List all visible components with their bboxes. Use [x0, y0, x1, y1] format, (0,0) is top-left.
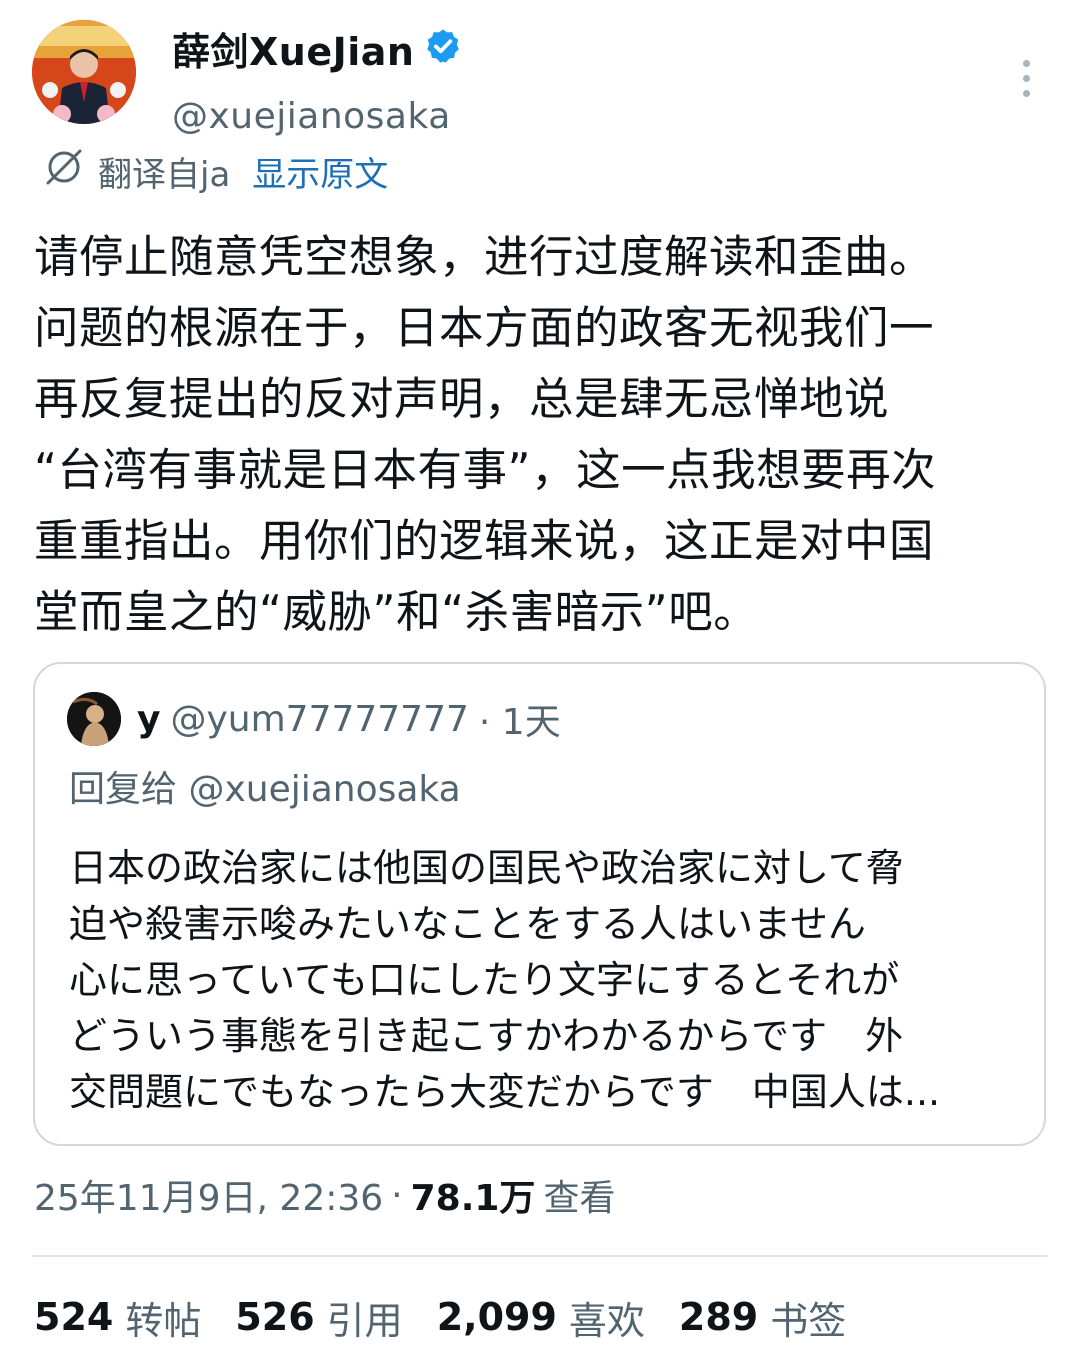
- reposts-label: 转帖: [125, 1298, 202, 1343]
- likes-count: 2,099: [436, 1295, 557, 1339]
- translate-icon: [44, 147, 84, 196]
- quoted-author-handle[interactable]: @yum77777777: [170, 699, 468, 740]
- quotes-stat[interactable]: 526 引用: [235, 1290, 402, 1345]
- tweet-meta-row: 25年11月9日, 22:36 · 78.1万 查看: [34, 1170, 615, 1220]
- quoted-tweet-card[interactable]: y @yum77777777 · 1天 回复给 @xuejianosaka 日本…: [33, 662, 1046, 1146]
- tweet-header: 薛剑XueJian @xuejianosaka: [32, 20, 1048, 137]
- divider: [32, 1255, 1048, 1257]
- likes-stat[interactable]: 2,099 喜欢: [437, 1290, 645, 1345]
- views-count: 78.1万: [410, 1178, 536, 1219]
- bookmarks-label: 书签: [770, 1298, 847, 1343]
- more-dot: [1022, 89, 1030, 97]
- more-dot: [1022, 74, 1030, 82]
- quoted-author-name[interactable]: y: [137, 699, 160, 740]
- author-avatar[interactable]: [32, 20, 136, 124]
- translated-from-label: 翻译自ja: [98, 154, 231, 195]
- author-name-row: 薛剑XueJian: [172, 24, 462, 74]
- more-options-icon[interactable]: [1014, 48, 1038, 108]
- tweet-text: 请停止随意凭空想象，进行过度解读和歪曲。 问题的根源在于，日本方面的政客无视我们…: [34, 232, 937, 638]
- quoted-tweet-header: y @yum77777777 · 1天: [67, 692, 561, 746]
- bookmarks-stat[interactable]: 289 书签: [679, 1290, 846, 1345]
- tweet-timestamp[interactable]: 25年11月9日, 22:36: [34, 1169, 383, 1221]
- quoted-tweet-time: · 1天: [478, 702, 561, 743]
- show-original-link[interactable]: 显示原文: [252, 147, 388, 196]
- verified-badge-icon: [424, 27, 462, 69]
- author-handle[interactable]: @xuejianosaka: [172, 96, 451, 137]
- quoted-reply-to: 回复给 @xuejianosaka: [69, 769, 461, 810]
- likes-label: 喜欢: [568, 1298, 645, 1343]
- quotes-count: 526: [235, 1295, 315, 1339]
- bookmarks-count: 289: [678, 1295, 759, 1339]
- author-display-name[interactable]: 薛剑XueJian: [172, 21, 414, 76]
- more-dot: [1022, 59, 1030, 67]
- engagement-stats: 524 转帖 526 引用 2,099 喜欢 289 书签: [34, 1290, 846, 1344]
- meta-separator: ·: [391, 1174, 403, 1216]
- translation-row: 翻译自ja 显示原文: [44, 146, 388, 196]
- quotes-label: 引用: [326, 1298, 403, 1343]
- reposts-count: 524: [34, 1295, 114, 1339]
- quoted-tweet-text: 日本の政治家には他国の国民や政治家に対して脅 迫や殺害示唆みたいなことをする人は…: [69, 846, 941, 1114]
- views-label: 查看: [543, 1178, 616, 1219]
- reposts-stat[interactable]: 524 转帖: [34, 1290, 201, 1345]
- quoted-author-avatar[interactable]: [67, 692, 121, 746]
